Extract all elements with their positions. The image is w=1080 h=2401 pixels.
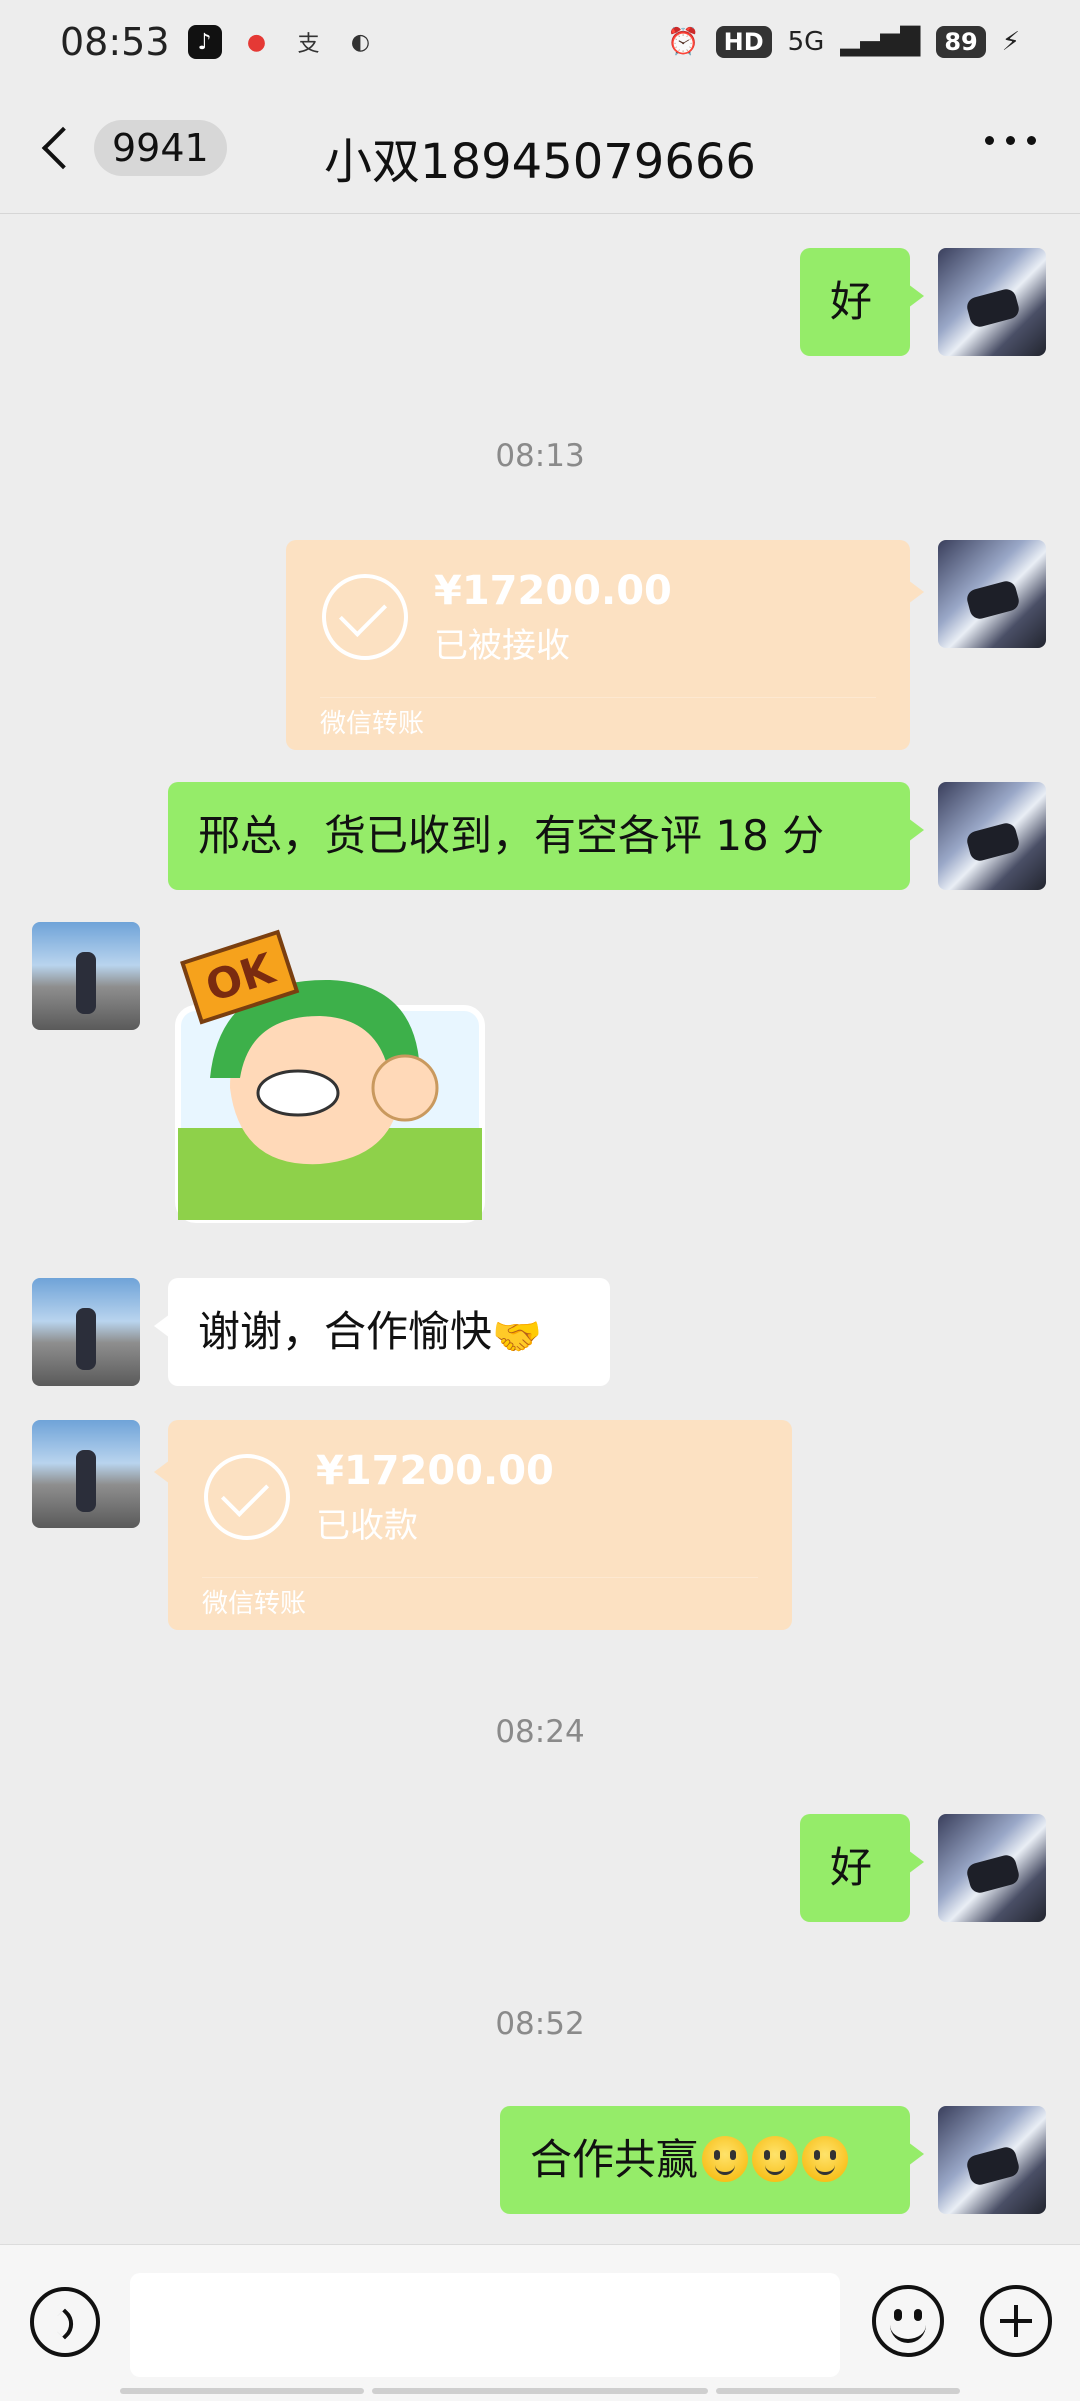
smile-emoji: [702, 2136, 749, 2182]
transfer-label: 微信转账: [202, 1589, 307, 1619]
browser-icon: ◐: [350, 29, 371, 55]
message-text: 合作共赢: [530, 2135, 699, 2184]
gesture-bar: [120, 2388, 364, 2394]
check-circle-icon: [322, 574, 408, 660]
avatar-peer[interactable]: [32, 1420, 140, 1528]
plus-icon[interactable]: [980, 2285, 1052, 2357]
transfer-label: 微信转账: [320, 709, 425, 739]
check-circle-icon: [204, 1454, 290, 1540]
input-bar: [0, 2244, 1080, 2401]
ok-sticker[interactable]: OK: [170, 928, 490, 1228]
hd-badge: HD: [715, 26, 772, 58]
avatar-peer[interactable]: [32, 922, 140, 1030]
status-time: 08:53: [60, 20, 170, 64]
avatar-self[interactable]: [938, 2106, 1046, 2214]
avatar-self[interactable]: [938, 540, 1046, 648]
chevron-left-icon: [41, 126, 85, 170]
unread-count-badge: 9941: [94, 120, 227, 176]
smile-emoji: [802, 2136, 849, 2182]
transfer-amount: ¥17200.00: [434, 568, 672, 614]
transfer-card-outgoing[interactable]: ¥17200.00 已被接收 微信转账: [286, 540, 924, 750]
status-bar: 08:53 ♪ ● 支 ◐ ⏰ HD 5G ▂▄▆█ 89 ⚡: [0, 0, 1080, 84]
charging-icon: ⚡: [1001, 27, 1020, 57]
back-button[interactable]: 9941: [36, 120, 227, 176]
timestamp: 08:24: [495, 1714, 585, 1750]
gesture-bar: [372, 2388, 708, 2394]
message-bubble-outgoing[interactable]: 合作共赢: [500, 2106, 924, 2214]
timestamp: 08:13: [495, 438, 585, 474]
message-text: 谢谢，合作愉快: [198, 1307, 493, 1356]
transfer-card-incoming[interactable]: ¥17200.00 已收款 微信转账: [154, 1420, 792, 1630]
chat-message-list[interactable]: 好 08:13 ¥17200.00 已被接收 微信转账 邢总，货已收到，有空各评…: [0, 214, 1080, 2244]
handshake-emoji: 🤝: [492, 1314, 542, 1360]
avatar-self[interactable]: [938, 248, 1046, 356]
alarm-icon: ⏰: [667, 27, 700, 57]
voice-input-icon[interactable]: [30, 2287, 100, 2357]
timestamp: 08:52: [495, 2006, 585, 2042]
message-bubble-incoming[interactable]: 谢谢，合作愉快🤝: [154, 1278, 610, 1386]
message-input[interactable]: [130, 2273, 840, 2377]
transfer-status: 已被接收: [434, 626, 570, 666]
avatar-self[interactable]: [938, 1814, 1046, 1922]
smile-emoji: [752, 2136, 799, 2182]
transfer-status: 已收款: [316, 1506, 418, 1546]
emoji-icon[interactable]: [872, 2285, 944, 2357]
divider: [202, 1577, 758, 1578]
avatar-self[interactable]: [938, 782, 1046, 890]
more-dots-icon[interactable]: [985, 136, 1036, 145]
divider: [320, 697, 876, 698]
message-bubble-outgoing[interactable]: 好: [800, 248, 924, 356]
alipay-icon: 支: [297, 32, 320, 57]
signal-icon: ▂▄▆█: [840, 27, 921, 57]
gesture-bar: [716, 2388, 960, 2394]
avatar-peer[interactable]: [32, 1278, 140, 1386]
message-text: 好: [830, 1843, 873, 1892]
message-bubble-outgoing[interactable]: 好: [800, 1814, 924, 1922]
battery-level: 89: [936, 26, 986, 58]
tiktok-icon: ♪: [187, 25, 222, 59]
message-text: 好: [830, 277, 873, 326]
message-text: 邢总，货已收到，有空各评 18 分: [198, 811, 825, 860]
chat-header: 9941 小双18945079666: [0, 84, 1080, 214]
transfer-amount: ¥17200.00: [316, 1448, 554, 1494]
network-label: 5G: [787, 27, 825, 57]
message-bubble-outgoing[interactable]: 邢总，货已收到，有空各评 18 分: [168, 782, 924, 890]
map-pin-icon: ●: [246, 29, 267, 55]
